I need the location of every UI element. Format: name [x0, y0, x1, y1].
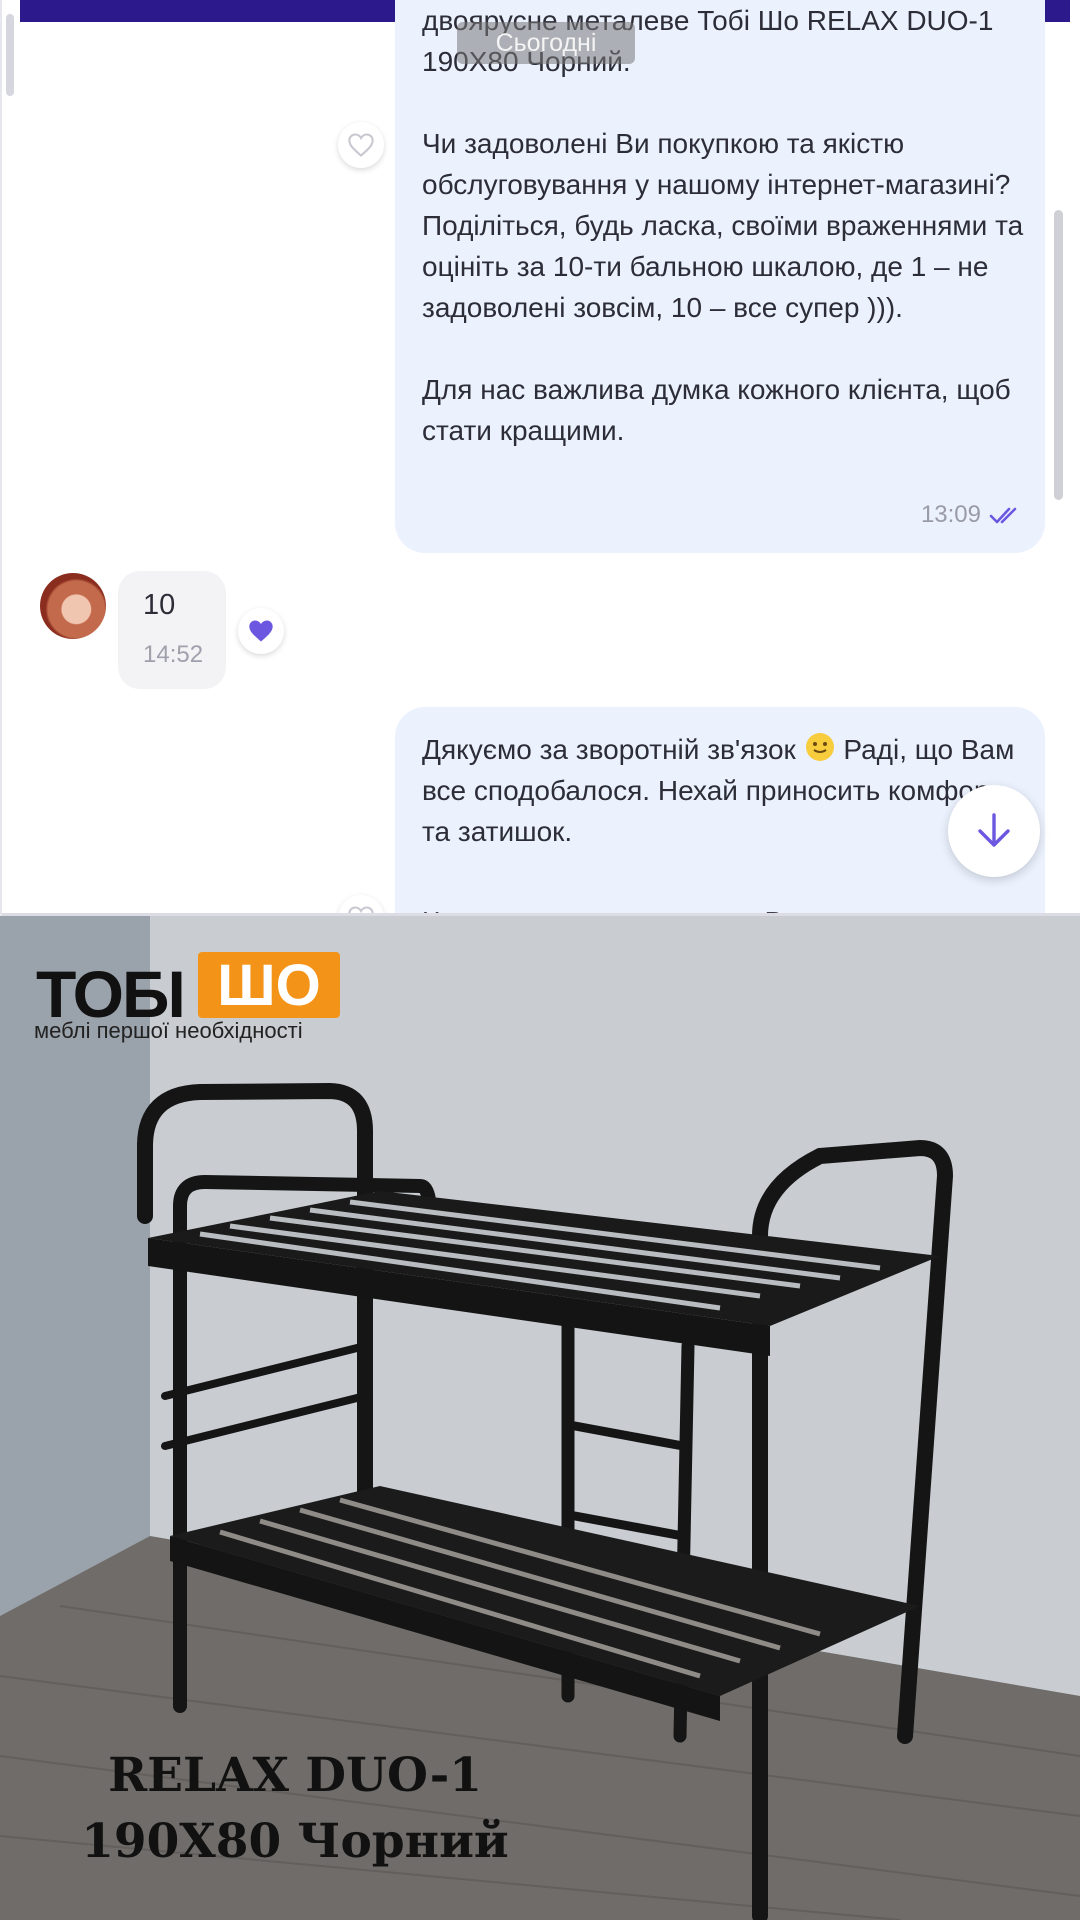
message-time: 14:52: [143, 641, 204, 668]
heart-outline-icon: [348, 133, 374, 157]
customer-avatar[interactable]: [40, 573, 106, 639]
chat-scrollbar[interactable]: [1054, 210, 1063, 500]
product-banner: ТОБІ ШО меблі першої необхідності RELAX …: [0, 916, 1080, 1920]
product-title: RELAX DUO-1: [108, 1748, 482, 1803]
heart-filled-icon: [249, 620, 273, 642]
chat-screenshot: Сьогодні двоярусне металеве Тобі Шо RELA…: [0, 0, 1080, 916]
arrow-down-icon: [978, 813, 1010, 847]
product-subtitle: 190X80 Чорний: [81, 1814, 509, 1869]
reaction-heart-button[interactable]: [238, 608, 284, 654]
message-text: 10: [143, 589, 176, 621]
scroll-to-bottom-button[interactable]: [948, 785, 1040, 877]
incoming-message[interactable]: 10 14:52: [118, 571, 226, 689]
date-separator: Сьогодні: [457, 22, 635, 64]
message-text: двоярусне металеве Тобі Шо RELAX DUO-1 1…: [422, 5, 1024, 446]
double-check-icon: [989, 507, 1017, 523]
brand-slogan: меблі першої необхідності: [34, 1018, 303, 1043]
message-meta: 13:09: [921, 494, 1023, 535]
message-time: 13:09: [920, 501, 981, 528]
outgoing-message[interactable]: двоярусне металеве Тобі Шо RELAX DUO-1 1…: [395, 0, 1045, 553]
left-scrollbar[interactable]: [6, 14, 14, 96]
smiling-face-emoji: [805, 733, 834, 761]
outgoing-message[interactable]: Дякуємо за зворотній зв'язок Раді, що Ва…: [395, 707, 1045, 916]
brand-logo-badge: ШО: [198, 952, 340, 1018]
message-text-part: Дякуємо за зворотній зв'язок: [422, 734, 804, 765]
react-heart-button[interactable]: [338, 122, 384, 168]
message-text: Дякуємо за зворотній зв'язок Раді, що Ва…: [422, 729, 1022, 916]
